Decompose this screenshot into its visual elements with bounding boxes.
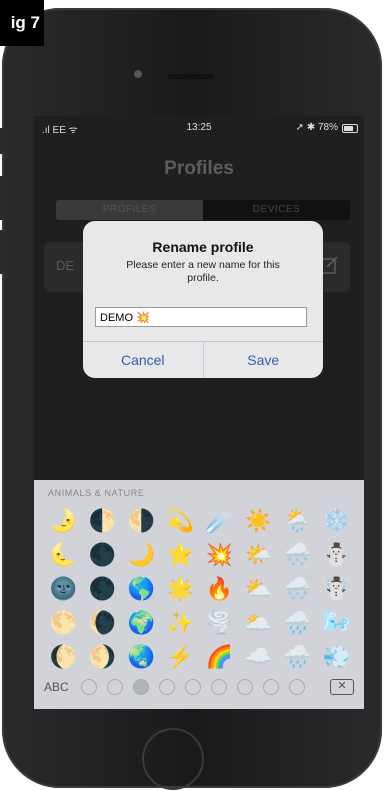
emoji-key[interactable]: ✨	[161, 606, 200, 640]
emoji-key[interactable]: 💥	[200, 538, 239, 572]
emoji-key[interactable]: ⚡	[161, 640, 200, 674]
phone-frame: .ıl EE ᯤ 13:25 ➚ ✱ 78% Profiles PROFILES…	[0, 8, 382, 790]
segmented-control: PROFILES DEVICES	[56, 200, 350, 220]
emoji-key[interactable]: 🌜	[44, 538, 83, 572]
emoji-key[interactable]: ☃️	[317, 572, 356, 606]
emoji-key[interactable]: ⭐	[161, 538, 200, 572]
emoji-key[interactable]: 🌟	[161, 572, 200, 606]
animals-nature-icon[interactable]	[132, 679, 149, 695]
emoji-key[interactable]: 🌈	[200, 640, 239, 674]
symbols-icon[interactable]	[262, 679, 279, 695]
objects-icon[interactable]	[236, 679, 253, 695]
emoji-key[interactable]: 🌑	[83, 572, 122, 606]
emoji-key[interactable]: 🌖	[83, 640, 122, 674]
emoji-key[interactable]: 🌧️	[278, 640, 317, 674]
emoji-key[interactable]: 🌘	[83, 606, 122, 640]
home-button[interactable]	[142, 728, 204, 790]
travel-icon[interactable]	[210, 679, 227, 695]
emoji-key[interactable]: 🌏	[122, 640, 161, 674]
front-camera	[134, 70, 142, 78]
emoji-key[interactable]: ☁️	[239, 640, 278, 674]
page-title: Profiles	[164, 158, 234, 179]
rename-dialog: Rename profile Please enter a new name f…	[83, 221, 323, 378]
figure-label: ig 7	[0, 0, 44, 46]
emoji-key[interactable]: 🌎	[122, 572, 161, 606]
tab-devices[interactable]: DEVICES	[203, 200, 350, 220]
food-icon[interactable]	[158, 679, 175, 695]
dialog-title: Rename profile	[152, 239, 254, 255]
keyboard-bottom-bar: ABC ✕	[34, 675, 364, 699]
activity-icon[interactable]	[184, 679, 201, 695]
emoji-key[interactable]: 💨	[317, 640, 356, 674]
emoji-key[interactable]: 🌨️	[278, 538, 317, 572]
save-button[interactable]: Save	[204, 342, 324, 378]
emoji-category-label: ANIMALS & NATURE	[48, 488, 145, 498]
emoji-key[interactable]: 🌨️	[278, 572, 317, 606]
status-bar: .ıl EE ᯤ 13:25 ➚ ✱ 78%	[34, 116, 364, 138]
abc-key[interactable]: ABC	[44, 680, 69, 694]
emoji-grid: 🌛 🌓 🌗 💫 ☄️ ☀️ 🌦️ ❄️ 🌜 🌑 🌙 ⭐ 💥 🌤️ 🌨️ ⛄ 🌚 🌑 🌎 🌟 🔥 ⛅ 🌨️ ☃️ 🌕 🌘 🌍 ✨ 🌪️ 🌥️…	[44, 504, 356, 674]
earpiece	[168, 74, 214, 79]
emoji-key[interactable]: 🌥️	[239, 606, 278, 640]
emoji-key[interactable]: ☀️	[239, 504, 278, 538]
emoji-key[interactable]: 🌪️	[200, 606, 239, 640]
emoji-key[interactable]: 🌤️	[239, 538, 278, 572]
emoji-key[interactable]: 🌑	[83, 538, 122, 572]
emoji-key[interactable]: 🌬️	[317, 606, 356, 640]
emoji-key[interactable]: 🌓	[83, 504, 122, 538]
emoji-key[interactable]: 💫	[161, 504, 200, 538]
emoji-key[interactable]: 🌕	[44, 606, 83, 640]
mute-switch	[0, 128, 4, 154]
cancel-button[interactable]: Cancel	[83, 342, 204, 378]
profile-row-label: DE	[56, 258, 75, 273]
smileys-icon[interactable]	[106, 679, 123, 695]
screen: .ıl EE ᯤ 13:25 ➚ ✱ 78% Profiles PROFILES…	[34, 116, 364, 709]
battery-icon	[342, 124, 358, 133]
emoji-key[interactable]: 🌦️	[278, 504, 317, 538]
dialog-message: Please enter a new name for this profile…	[126, 259, 280, 284]
tab-profiles[interactable]: PROFILES	[56, 200, 203, 220]
volume-down-button	[0, 230, 4, 274]
emoji-key[interactable]: 🌙	[122, 538, 161, 572]
emoji-key[interactable]: ☄️	[200, 504, 239, 538]
emoji-key[interactable]: 🌧️	[278, 606, 317, 640]
emoji-key[interactable]: 🌚	[44, 572, 83, 606]
recent-icon[interactable]	[80, 679, 97, 695]
emoji-keyboard: ANIMALS & NATURE 🌛 🌓 🌗 💫 ☄️ ☀️ 🌦️ ❄️ 🌜 🌑 🌙 ⭐ 💥 🌤️ 🌨️ ⛄ 🌚…	[34, 480, 364, 709]
emoji-key[interactable]: 🌔	[44, 640, 83, 674]
emoji-key[interactable]: 🔥	[200, 572, 239, 606]
status-right: ➚ ✱ 78%	[295, 122, 338, 133]
emoji-key[interactable]: ❄️	[317, 504, 356, 538]
dialog-buttons: Cancel Save	[83, 341, 323, 378]
emoji-key[interactable]: 🌗	[122, 504, 161, 538]
emoji-key[interactable]: 🌛	[44, 504, 83, 538]
emoji-key[interactable]: 🌍	[122, 606, 161, 640]
emoji-key[interactable]: ⛅	[239, 572, 278, 606]
profile-name-input[interactable]	[95, 307, 307, 327]
emoji-key[interactable]: ⛄	[317, 538, 356, 572]
flags-icon[interactable]	[288, 679, 305, 695]
delete-key[interactable]: ✕	[330, 679, 354, 695]
volume-up-button	[0, 176, 4, 220]
